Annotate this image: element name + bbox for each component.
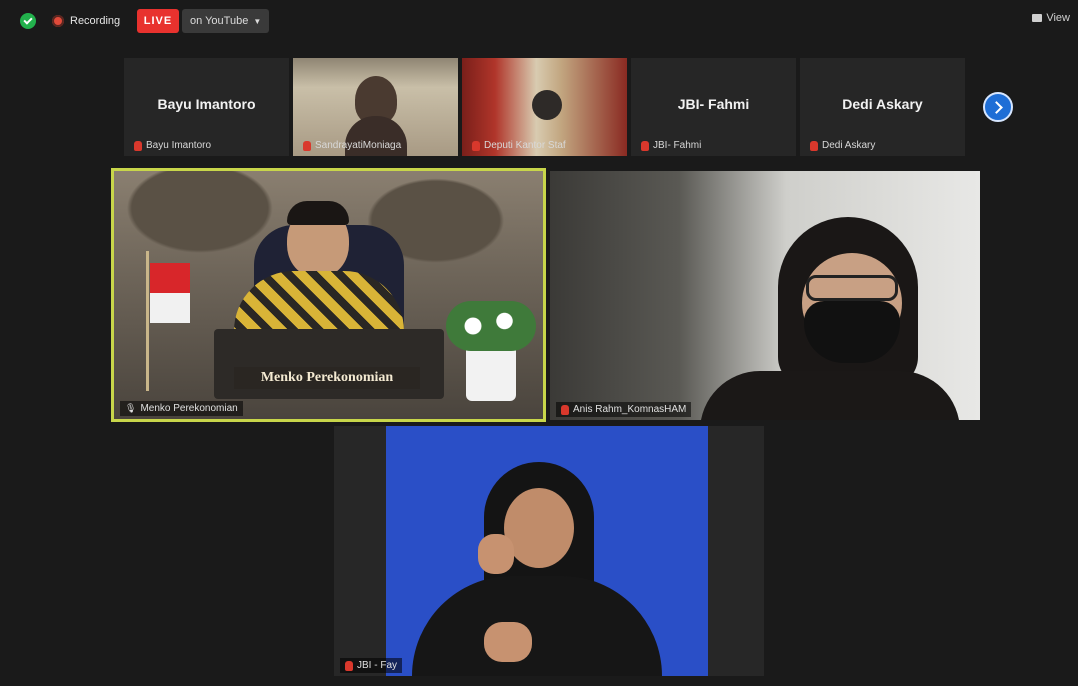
security-shield-icon[interactable] [20, 13, 36, 29]
mic-icon: 🎙 [125, 403, 137, 413]
participant-thumb[interactable]: Bayu Imantoro Bayu Imantoro [124, 58, 289, 156]
participant-label-text: Deputi Kantor Staf [484, 140, 566, 151]
view-label: View [1046, 12, 1070, 24]
tile-label: JBI - Fay [340, 658, 403, 673]
mic-muted-icon [303, 140, 311, 151]
flag-pole [146, 251, 149, 391]
participant-label-text: JBI- Fahmi [653, 140, 702, 151]
tile-label-text: JBI - Fay [357, 660, 398, 671]
participant-thumb[interactable]: JBI- Fahmi JBI- Fahmi [631, 58, 796, 156]
signing-hand [478, 534, 514, 574]
person-body [700, 371, 960, 420]
mic-muted-icon [810, 140, 818, 151]
mic-muted-icon [345, 660, 353, 671]
participant-label: Dedi Askary [810, 140, 875, 151]
glasses [806, 275, 898, 301]
signing-hand-2 [484, 622, 532, 662]
participant-thumb[interactable]: SandrayatiMoniaga [293, 58, 458, 156]
mic-muted-icon [134, 140, 142, 151]
participant-name-large: Dedi Askary [842, 96, 923, 112]
nameplate: Menko Perekonomian [234, 367, 420, 389]
participant-label: Deputi Kantor Staf [472, 140, 566, 151]
participant-label-text: Dedi Askary [822, 140, 876, 151]
stream-label: on YouTube [190, 15, 249, 27]
next-page-chevron-right-icon[interactable] [983, 92, 1013, 122]
live-stream-dropdown[interactable]: on YouTube ▼ [182, 9, 270, 33]
chevron-down-icon: ▼ [253, 16, 262, 26]
tile-label: 🎙 Menko Perekonomian [120, 401, 243, 416]
record-icon [52, 15, 64, 27]
video-tile-active-speaker[interactable]: Menko Perekonomian 🎙 Menko Perekonomian [111, 168, 546, 422]
mic-muted-icon [561, 404, 569, 415]
recording-label: Recording [70, 15, 121, 27]
face-mask [804, 301, 900, 363]
participant-label: Bayu Imantoro [134, 140, 211, 151]
participant-label-text: SandrayatiMoniaga [315, 140, 402, 151]
participant-video [532, 90, 562, 120]
view-button[interactable]: View [1032, 12, 1070, 24]
recording-indicator[interactable]: Recording [52, 11, 120, 31]
person-hair [287, 201, 349, 225]
flowers [446, 301, 536, 351]
tile-label-text: Anis Rahm_KomnasHAM [573, 404, 687, 415]
participant-thumb[interactable]: Deputi Kantor Staf [462, 58, 627, 156]
live-badge: LIVE [137, 9, 179, 33]
participant-label: SandrayatiMoniaga [303, 140, 401, 151]
participant-label: JBI- Fahmi [641, 140, 701, 151]
person-face [504, 488, 574, 568]
flag-icon-white [150, 293, 190, 323]
participant-name-large: Bayu Imantoro [157, 96, 256, 112]
tile-label-text: Menko Perekonomian [140, 403, 238, 414]
mic-muted-icon [472, 140, 480, 151]
participant-name-large: JBI- Fahmi [677, 96, 750, 112]
participant-label-text: Bayu Imantoro [146, 140, 212, 151]
flag-icon [150, 263, 190, 293]
video-tile[interactable]: Anis Rahm_KomnasHAM [550, 171, 980, 420]
grid-view-icon [1032, 14, 1043, 22]
tile-label: Anis Rahm_KomnasHAM [556, 402, 692, 417]
video-tile-sign-interpreter[interactable]: JBI - Fay [334, 426, 764, 676]
top-bar: Recording LIVE on YouTube ▼ View [0, 0, 1078, 44]
participant-thumb[interactable]: Dedi Askary Dedi Askary [800, 58, 965, 156]
participant-strip: Bayu Imantoro Bayu Imantoro SandrayatiMo… [124, 58, 970, 156]
mic-muted-icon [641, 140, 649, 151]
